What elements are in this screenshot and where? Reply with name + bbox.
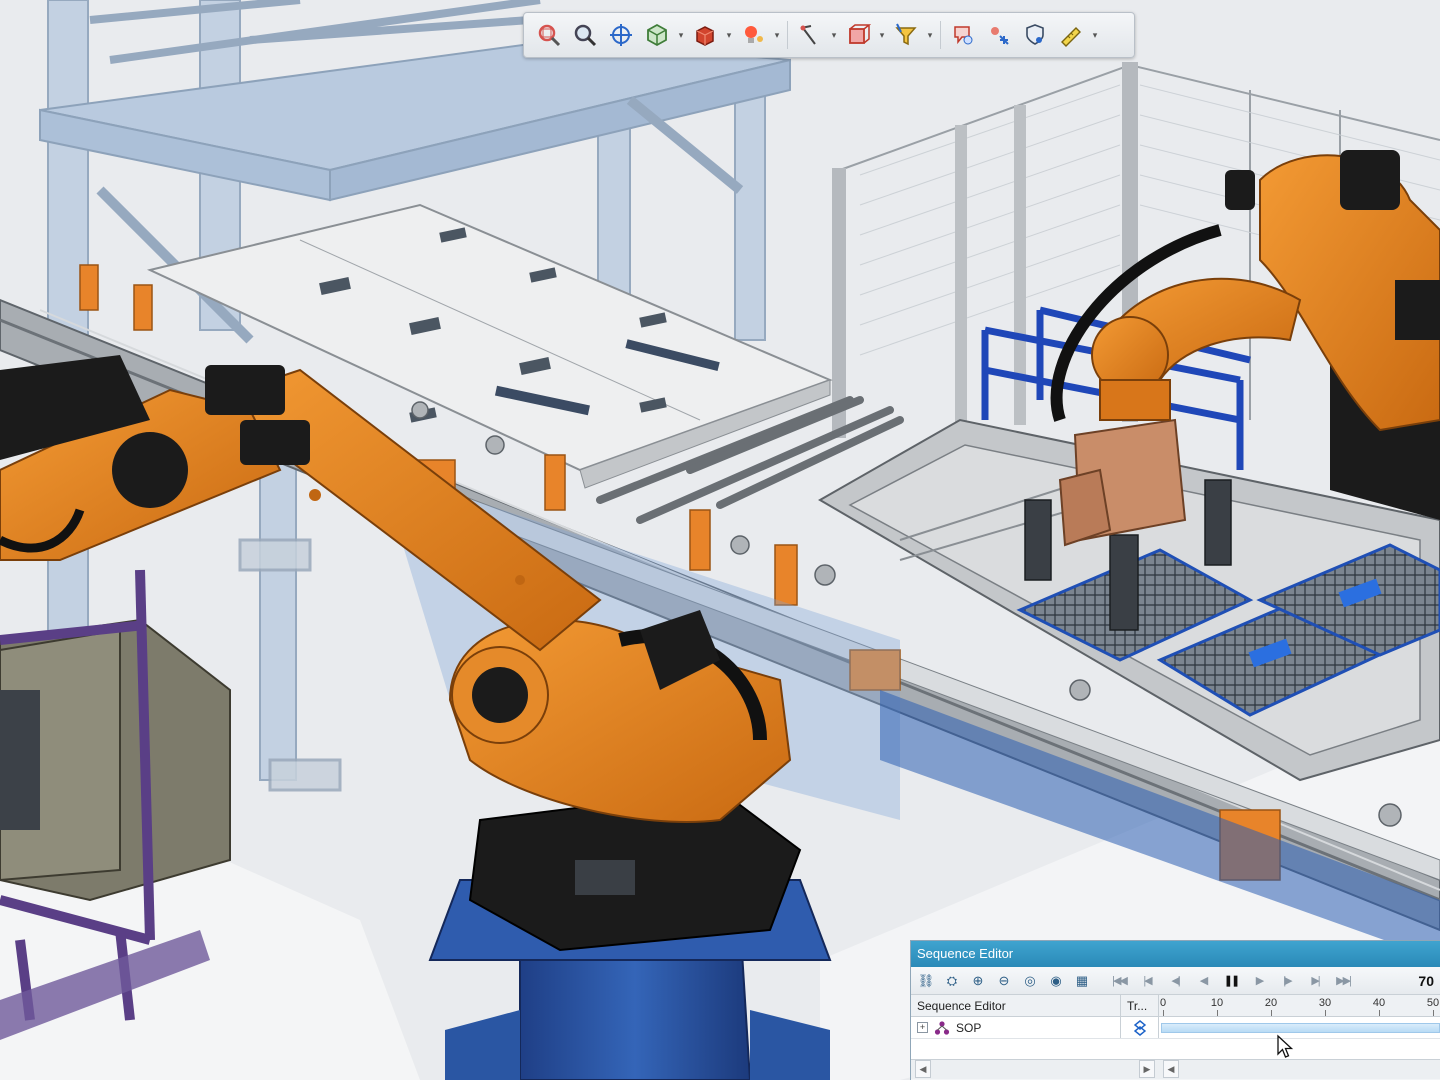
zoom-selection-icon[interactable]: ◉: [1045, 970, 1067, 992]
sequence-editor-panel: Sequence Editor ⛓ ⛭ ⊕ ⊖ ◎ ◉ ▦ |◀◀ |◀ ◀| …: [910, 940, 1440, 1080]
scroll-right-icon[interactable]: ▶: [1139, 1060, 1155, 1078]
select-filter-icon[interactable]: [889, 18, 923, 52]
zoom-fit-icon[interactable]: [568, 18, 602, 52]
sequence-editor-title[interactable]: Sequence Editor: [911, 941, 1440, 967]
play-back-icon[interactable]: ◀|: [1163, 970, 1187, 992]
measure-icon[interactable]: [793, 18, 827, 52]
light-bulb-icon[interactable]: [736, 18, 770, 52]
sequence-empty-area: [911, 1039, 1440, 1059]
column-header-transition[interactable]: Tr...: [1121, 995, 1159, 1016]
reverse-icon[interactable]: ◀: [1191, 970, 1215, 992]
ruler-tick-label: 50: [1426, 997, 1440, 1009]
transition-icon[interactable]: [1121, 1017, 1159, 1038]
ruler-tick: [1433, 1010, 1434, 1016]
section-box-icon[interactable]: [841, 18, 875, 52]
column-header-name[interactable]: Sequence Editor: [911, 995, 1121, 1016]
ruler-tick: [1163, 1010, 1164, 1016]
go-start-icon[interactable]: |◀◀: [1107, 970, 1131, 992]
ruler-tick-label: 0: [1159, 997, 1167, 1009]
sequence-editor-toolbar: ⛓ ⛭ ⊕ ⊖ ◎ ◉ ▦ |◀◀ |◀ ◀| ◀ ❚❚ ▶ |▶ ▶| ▶▶|…: [911, 967, 1440, 995]
link-icon[interactable]: ⛓: [915, 970, 937, 992]
timeline-ruler[interactable]: 0 10 20 30 40 50: [1159, 995, 1440, 1016]
ruler-tick-label: 40: [1372, 997, 1386, 1009]
current-frame: 70: [1418, 972, 1434, 989]
next-icon[interactable]: ▶|: [1303, 970, 1327, 992]
ruler-tick: [1217, 1010, 1218, 1016]
sequence-row-label: SOP: [956, 1020, 982, 1035]
sequence-row-name: + SOP: [911, 1017, 1121, 1038]
pause-icon[interactable]: ❚❚: [1219, 970, 1243, 992]
pan-target-icon[interactable]: [604, 18, 638, 52]
mouse-cursor-icon: [1277, 1034, 1294, 1058]
timeline-bar[interactable]: [1161, 1023, 1440, 1033]
ruler-pen-icon[interactable]: [1054, 18, 1088, 52]
ruler-tick: [1271, 1010, 1272, 1016]
go-end-icon[interactable]: ▶▶|: [1331, 970, 1355, 992]
scroll-left-icon[interactable]: ◀: [915, 1060, 931, 1078]
play-icon[interactable]: ▶: [1247, 970, 1271, 992]
ruler-tick-label: 30: [1318, 997, 1332, 1009]
view-cube-icon[interactable]: [640, 18, 674, 52]
toolbar-separator: [787, 21, 788, 49]
select-filter-menu[interactable]: ▾: [925, 18, 935, 52]
ruler-tick: [1379, 1010, 1380, 1016]
solid-box-menu[interactable]: ▾: [724, 18, 734, 52]
solid-box-icon[interactable]: [688, 18, 722, 52]
expand-toggle[interactable]: +: [917, 1022, 928, 1033]
relocate-icon[interactable]: [982, 18, 1016, 52]
timeline-track[interactable]: [1159, 1017, 1440, 1038]
sequence-scrollbar: ◀ ▶ ◀: [911, 1059, 1440, 1079]
table-row[interactable]: + SOP: [911, 1017, 1440, 1039]
link-scan-icon[interactable]: ⛭: [941, 970, 963, 992]
timeline-scroll-left-icon[interactable]: ◀: [1163, 1060, 1179, 1078]
ruler-tick-label: 20: [1264, 997, 1278, 1009]
operation-tree-icon: [934, 1020, 950, 1035]
scene-render: [0, 0, 1440, 1080]
section-box-menu[interactable]: ▾: [877, 18, 887, 52]
ruler-pen-menu[interactable]: ▾: [1090, 18, 1100, 52]
sequence-header: Sequence Editor Tr... 0 10 20 30 40 50: [911, 995, 1440, 1017]
view-cube-menu[interactable]: ▾: [676, 18, 686, 52]
measure-menu[interactable]: ▾: [829, 18, 839, 52]
view-toolbar: ▾ ▾ ▾ ▾ ▾ ▾ ▾: [523, 12, 1135, 58]
layout-icon[interactable]: ▦: [1071, 970, 1093, 992]
shield-tag-icon[interactable]: [1018, 18, 1052, 52]
zoom-window-icon[interactable]: [532, 18, 566, 52]
ruler-tick: [1325, 1010, 1326, 1016]
step-back-icon[interactable]: |◀: [1135, 970, 1159, 992]
zoom-in-icon[interactable]: ⊕: [967, 970, 989, 992]
zoom-fit-icon[interactable]: ◎: [1019, 970, 1041, 992]
tree-scrollbar[interactable]: ◀ ▶: [911, 1060, 1159, 1079]
light-bulb-menu[interactable]: ▾: [772, 18, 782, 52]
toolbar-separator: [940, 21, 941, 49]
placement-icon[interactable]: [946, 18, 980, 52]
ruler-tick-label: 10: [1210, 997, 1224, 1009]
3d-viewport[interactable]: [0, 0, 1440, 1080]
zoom-out-icon[interactable]: ⊖: [993, 970, 1015, 992]
step-forward-icon[interactable]: |▶: [1275, 970, 1299, 992]
